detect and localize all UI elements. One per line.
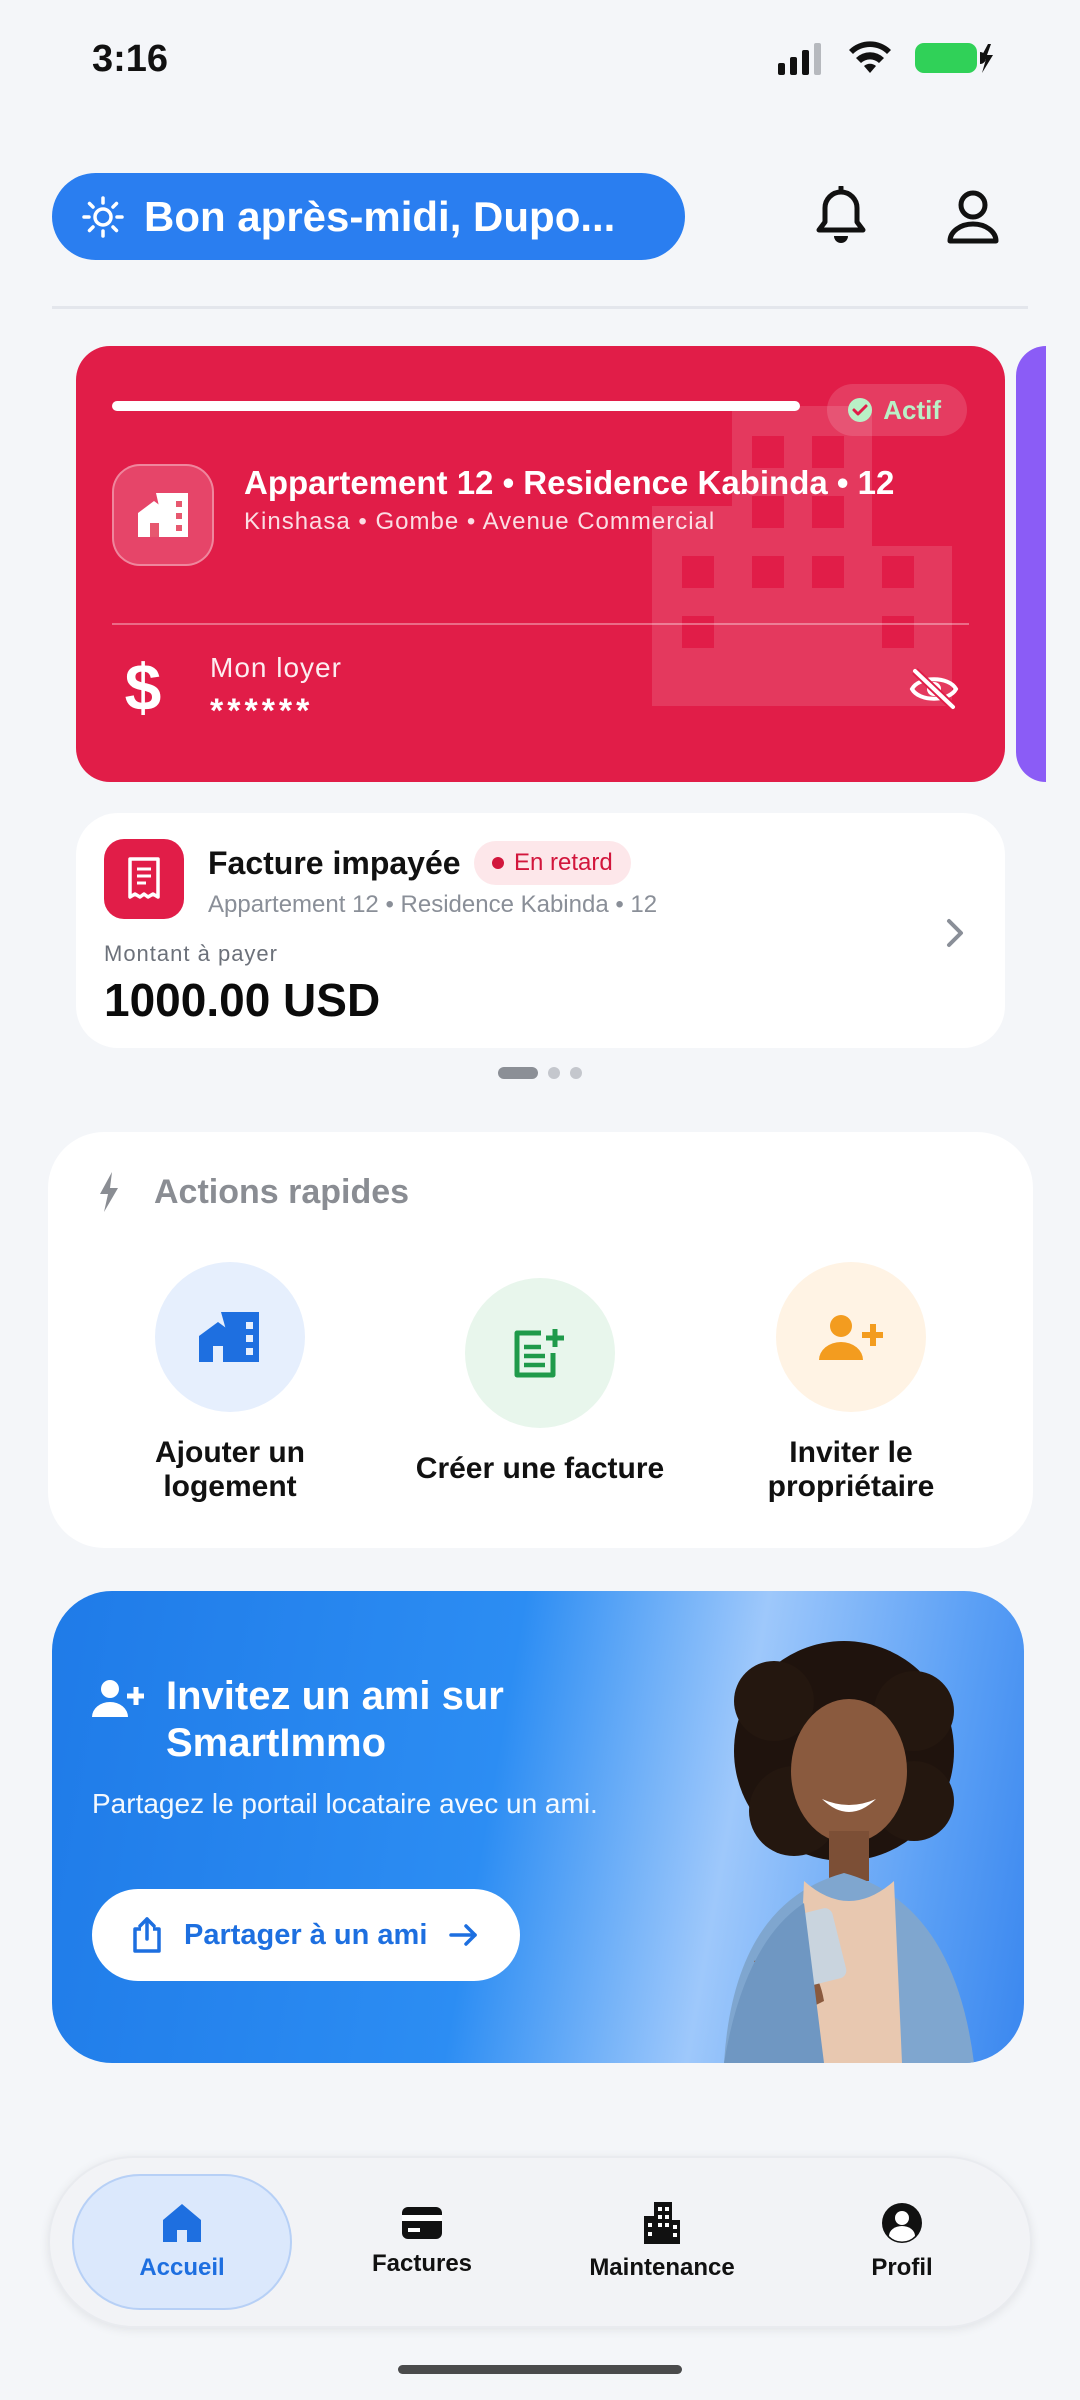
next-property-card-peek[interactable]: [1016, 346, 1046, 782]
add-friend-icon: [92, 1680, 144, 1717]
nav-profile-label: Profil: [871, 2254, 933, 2281]
nav-maintenance-label: Maintenance: [589, 2254, 735, 2281]
amount-value: 1000.00 USD: [104, 974, 381, 1026]
share-button-label: Partager à un ami: [184, 1918, 428, 1951]
signal-icon: [778, 43, 821, 75]
invite-owner-label-line2: propriétaire: [767, 1470, 935, 1503]
status-bar: 3:16: [0, 0, 1080, 120]
user-icon: [947, 190, 999, 244]
add-housing-circle: [155, 1262, 305, 1412]
create-invoice-label: Créer une facture: [416, 1452, 664, 1486]
create-invoice-action[interactable]: Créer une facture: [390, 1278, 690, 1486]
receipt-icon: [128, 857, 160, 899]
greeting-pill[interactable]: Bon après-midi, Dupo...: [52, 173, 685, 260]
nav-invoices-label: Factures: [371, 2250, 473, 2277]
amount-label: Montant à payer: [104, 941, 278, 966]
woman-with-phone-illustration: [724, 1641, 974, 2063]
arrow-right-icon: [449, 1924, 478, 1946]
invite-owner-circle: [776, 1262, 926, 1412]
property-address: Kinshasa • Gombe • Avenue Commercial: [244, 508, 716, 535]
greeting-text: Bon après-midi, Dupo...: [144, 192, 616, 240]
rent-value: ******: [210, 692, 314, 730]
invite-text: Partagez le portail locataire avec un am…: [92, 1788, 598, 1819]
card-icon: [402, 2207, 442, 2239]
invoice-title: Facture impayée: [208, 845, 461, 881]
add-housing-label-line2: logement: [163, 1470, 297, 1503]
dollar-icon: $: [125, 654, 162, 720]
pager-dot-active[interactable]: [498, 1067, 538, 1079]
property-icon-box: [112, 464, 214, 566]
chevron-right-icon[interactable]: [945, 917, 967, 949]
nav-home-label: Accueil: [139, 2254, 225, 2281]
building-icon: [644, 2202, 680, 2244]
quick-actions-card: Actions rapides Ajouter un logement Crée…: [48, 1132, 1033, 1548]
bottom-navigation: Accueil Factures Maintenance Profil: [48, 2156, 1032, 2328]
sun-icon: [82, 195, 124, 238]
invoice-subtitle: Appartement 12 • Residence Kabinda • 12: [208, 891, 658, 918]
invite-owner-icon: [819, 1315, 883, 1360]
home-indicator[interactable]: [398, 2365, 682, 2374]
eye-off-icon: [909, 668, 959, 710]
invite-owner-action[interactable]: Inviter le propriétaire: [701, 1262, 1001, 1504]
late-badge: En retard: [474, 841, 631, 885]
invite-friend-banner: Invitez un ami sur SmartImmo Partagez le…: [52, 1591, 1024, 2063]
lightning-icon: [100, 1172, 118, 1212]
add-housing-action[interactable]: Ajouter un logement: [80, 1262, 380, 1504]
add-housing-label: Ajouter un logement: [155, 1436, 305, 1504]
invite-title: Invitez un ami sur SmartImmo: [166, 1674, 504, 1765]
status-badge: Actif: [827, 384, 967, 436]
add-home-icon: [199, 1312, 259, 1362]
pager-dot[interactable]: [570, 1067, 582, 1079]
status-icons: [778, 40, 994, 76]
invoice-icon-box: [104, 839, 184, 919]
property-progress-bar: [112, 401, 800, 411]
rent-label: Mon loyer: [210, 652, 342, 683]
building-watermark-icon: [652, 406, 952, 706]
carousel-pager: [498, 1067, 582, 1079]
header-divider: [52, 306, 1028, 309]
late-dot: [492, 857, 504, 869]
svg-text:$: $: [125, 654, 162, 720]
unpaid-invoice-card[interactable]: Facture impayée En retard Appartement 12…: [76, 813, 1005, 1048]
status-badge-label: Actif: [883, 394, 941, 425]
add-invoice-icon: [514, 1329, 564, 1378]
invite-owner-label-line1: Inviter le: [789, 1436, 913, 1469]
property-divider: [112, 623, 969, 625]
share-icon: [133, 1917, 161, 1953]
check-circle-icon: [848, 398, 873, 422]
home-icon: [163, 2204, 201, 2242]
late-badge-label: En retard: [514, 849, 613, 876]
create-invoice-circle: [465, 1278, 615, 1428]
quick-actions-title: Actions rapides: [154, 1172, 410, 1211]
wifi-icon: [849, 41, 891, 73]
create-invoice-label-line1: Créer une facture: [415, 1452, 665, 1485]
property-card[interactable]: Actif Appartement 12 • Residence Kabinda…: [76, 346, 1005, 782]
add-housing-label-line1: Ajouter un: [155, 1436, 305, 1469]
home-building-icon: [138, 493, 188, 537]
quick-actions-header: Actions rapides: [98, 1172, 409, 1212]
account-button[interactable]: [940, 184, 1006, 250]
property-title: Appartement 12 • Residence Kabinda • 12: [244, 464, 895, 501]
battery-icon: [915, 43, 993, 73]
notifications-button[interactable]: [808, 184, 874, 250]
nav-maintenance[interactable]: Maintenance: [552, 2174, 772, 2310]
nav-home[interactable]: Accueil: [72, 2174, 292, 2310]
nav-invoices[interactable]: Factures: [312, 2174, 532, 2310]
nav-profile[interactable]: Profil: [792, 2174, 1012, 2310]
share-with-friend-button[interactable]: Partager à un ami: [92, 1889, 520, 1981]
invite-owner-label: Inviter le propriétaire: [768, 1436, 935, 1504]
profile-icon: [882, 2203, 922, 2243]
status-time: 3:16: [92, 38, 169, 80]
bell-icon: [816, 186, 866, 243]
toggle-rent-visibility-button[interactable]: [909, 668, 959, 715]
pager-dot[interactable]: [548, 1067, 560, 1079]
